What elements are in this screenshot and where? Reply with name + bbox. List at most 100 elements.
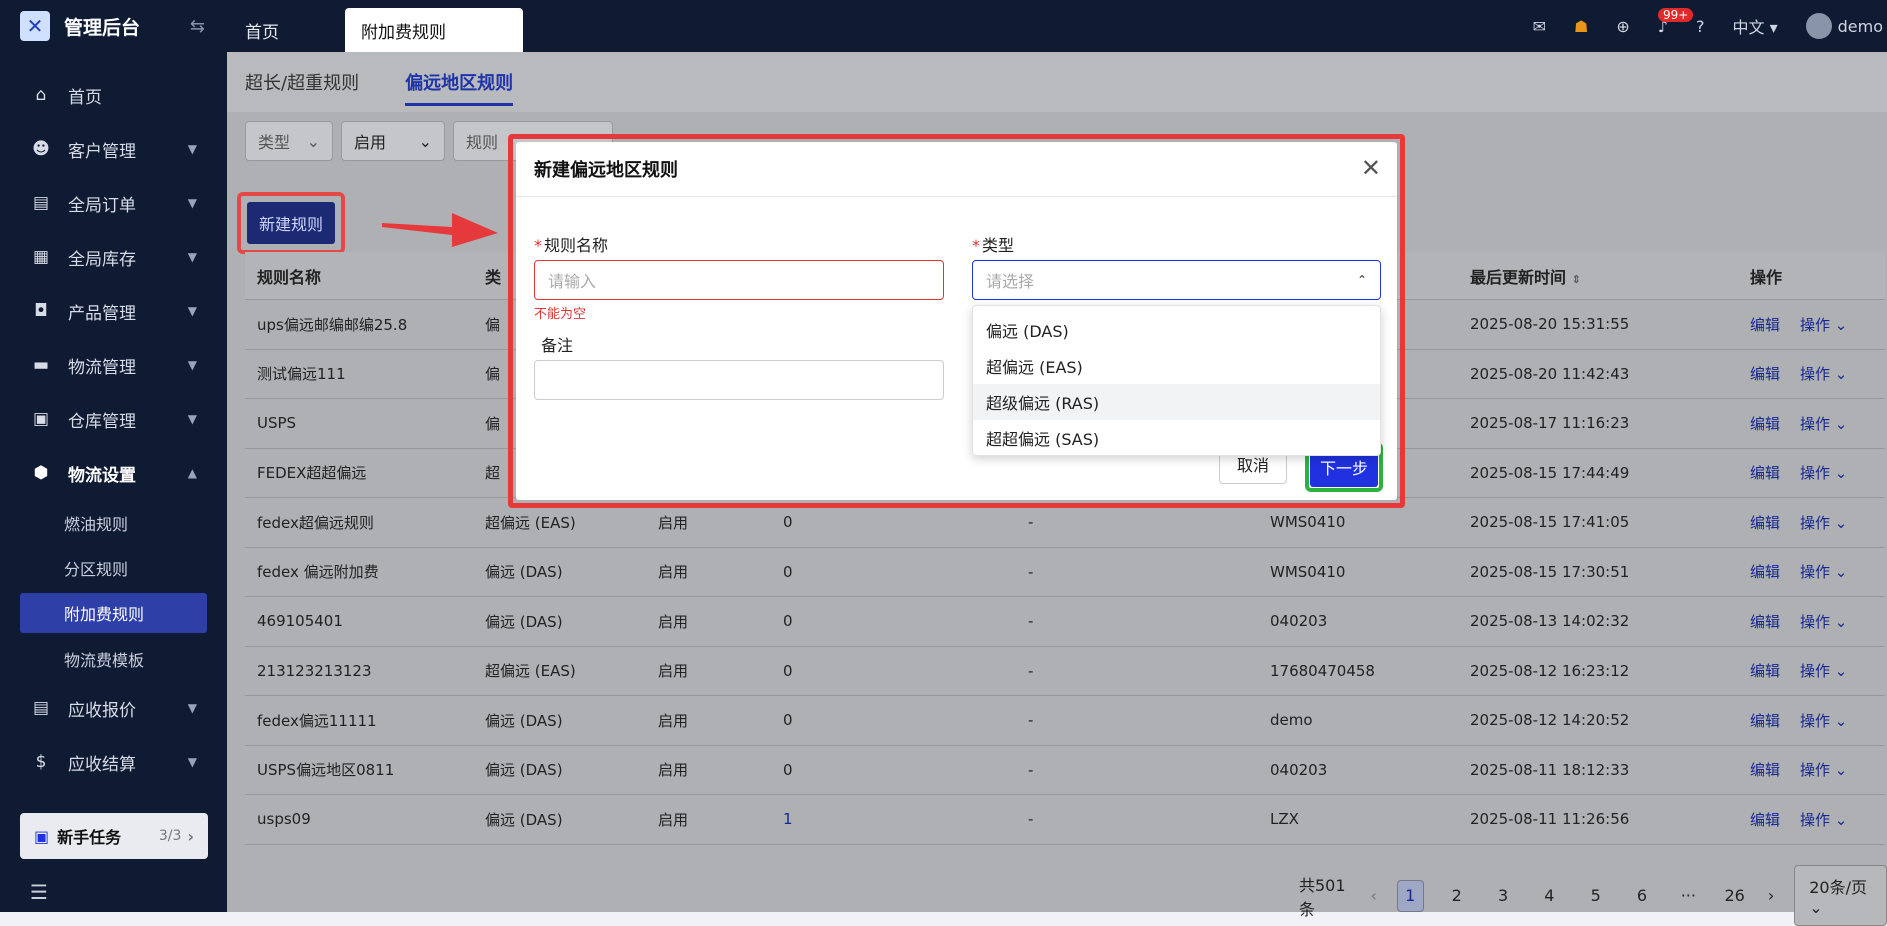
sidebar-item-orders[interactable]: ▤ 全局订单 ▼ xyxy=(0,176,227,230)
sidebar-item-label: 全局订单 xyxy=(68,195,136,216)
cell-actions: 编辑 操作 ⌄ xyxy=(1750,512,1885,533)
inbox-icon[interactable]: ✉ xyxy=(1533,17,1546,36)
chevron-down-icon: ⌄ xyxy=(1830,315,1848,334)
type-option-das[interactable]: 偏远 (DAS) xyxy=(973,312,1380,348)
operations-dropdown[interactable]: 操作 ⌄ xyxy=(1800,660,1847,681)
sidebar-item-label: 应收报价 xyxy=(68,700,136,721)
chevron-down-icon: ⌄ xyxy=(1830,612,1848,631)
type-option-ras[interactable]: 超级偏远 (RAS) xyxy=(973,384,1380,420)
cell-rule-name: USPS xyxy=(257,414,297,433)
cell-rule-name: fedex超偏远规则 xyxy=(257,513,374,532)
sidebar-item-logistics[interactable]: ▬ 物流管理 ▼ xyxy=(0,338,227,392)
next-page-icon[interactable]: › xyxy=(1768,886,1774,905)
name-search-placeholder: 规则 xyxy=(466,133,499,152)
help-icon[interactable]: ? xyxy=(1696,17,1705,36)
page-size-select[interactable]: 20条/页 ⌄ xyxy=(1794,865,1887,926)
operations-dropdown[interactable]: 操作 ⌄ xyxy=(1800,759,1847,780)
language-select[interactable]: 中文 ▾ xyxy=(1732,14,1777,38)
page-4[interactable]: 4 xyxy=(1536,880,1562,912)
tab-surcharge-rules[interactable]: 附加费规则 xyxy=(345,8,523,52)
sidebar-subitem-template[interactable]: 物流费模板 xyxy=(0,636,227,681)
edit-link[interactable]: 编辑 xyxy=(1750,512,1780,533)
operations-dropdown[interactable]: 操作 ⌄ xyxy=(1800,710,1847,731)
cell-status: 启用 xyxy=(658,662,689,681)
sidebar-subitem-surcharge[interactable]: 附加费规则 xyxy=(20,593,207,633)
cell-updated-at: 2025-08-11 11:26:56 xyxy=(1470,810,1630,829)
cell-rule-name: usps09 xyxy=(257,810,311,829)
rule-name-input[interactable]: 请输入 xyxy=(534,260,944,300)
page-ellipsis[interactable]: ··· xyxy=(1675,880,1701,912)
new-rule-button[interactable]: 新建规则 xyxy=(247,202,336,244)
edit-link[interactable]: 编辑 xyxy=(1750,314,1780,335)
robot-icon[interactable]: ☗ xyxy=(1574,17,1588,36)
sidebar-subitem-fuel[interactable]: 燃油规则 xyxy=(0,500,227,545)
edit-link[interactable]: 编辑 xyxy=(1750,759,1780,780)
cell-updater: 040203 xyxy=(1270,612,1328,631)
col-updated-at[interactable]: 最后更新时间 ⇕ xyxy=(1470,264,1750,288)
tab-home[interactable]: 首页 xyxy=(229,8,295,52)
total-count: 共501条 xyxy=(1299,875,1346,919)
cell-type: 偏远 (DAS) xyxy=(485,761,563,780)
operations-label: 操作 xyxy=(1800,711,1831,730)
operations-dropdown[interactable]: 操作 ⌄ xyxy=(1800,561,1847,582)
cell-updater: WMS0410 xyxy=(1270,513,1346,532)
type-filter[interactable]: 类型 ⌄ xyxy=(245,121,333,161)
task-label: 新手任务 xyxy=(57,828,122,847)
page-1[interactable]: 1 xyxy=(1396,879,1424,912)
edit-link[interactable]: 编辑 xyxy=(1750,660,1780,681)
sidebar-item-logistics-settings[interactable]: ⬢ 物流设置 ▲ xyxy=(0,446,227,500)
cell-count: 0 xyxy=(783,513,793,532)
operations-dropdown[interactable]: 操作 ⌄ xyxy=(1800,413,1847,434)
status-filter[interactable]: 启用 ⌄ xyxy=(341,121,445,161)
edit-link[interactable]: 编辑 xyxy=(1750,413,1780,434)
swap-icon[interactable]: ⇆ xyxy=(190,16,205,37)
close-icon[interactable]: ✕ xyxy=(1361,154,1381,182)
operations-dropdown[interactable]: 操作 ⌄ xyxy=(1800,809,1847,830)
chevron-up-icon: ▲ xyxy=(187,466,197,480)
cell-updated-at: 2025-08-15 17:44:49 xyxy=(1470,463,1630,482)
remark-input[interactable] xyxy=(534,360,944,400)
sidebar-item-home[interactable]: ⌂ 首页 xyxy=(0,68,227,122)
sidebar-subitem-zone[interactable]: 分区规则 xyxy=(0,545,227,590)
operations-dropdown[interactable]: 操作 ⌄ xyxy=(1800,314,1847,335)
download-icon[interactable]: ⊕ xyxy=(1616,17,1629,36)
operations-dropdown[interactable]: 操作 ⌄ xyxy=(1800,363,1847,384)
edit-link[interactable]: 编辑 xyxy=(1750,462,1780,483)
user-menu[interactable]: demo xyxy=(1805,13,1883,39)
operations-dropdown[interactable]: 操作 ⌄ xyxy=(1800,611,1847,632)
edit-link[interactable]: 编辑 xyxy=(1750,611,1780,632)
arrow-annotation xyxy=(382,213,498,247)
cell-updater: LZX xyxy=(1270,810,1299,829)
page-3[interactable]: 3 xyxy=(1490,880,1516,912)
chevron-down-icon: ⌄ xyxy=(1830,563,1848,582)
sidebar-item-products[interactable]: ◘ 产品管理 ▼ xyxy=(0,284,227,338)
type-option-sas[interactable]: 超超偏远 (SAS) xyxy=(973,420,1380,456)
tab-remote-area-rules[interactable]: 偏远地区规则 xyxy=(405,69,514,106)
page-26[interactable]: 26 xyxy=(1722,880,1748,912)
sidebar-item-settlement[interactable]: $ 应收结算 ▼ xyxy=(0,735,227,789)
document-icon: ▤ xyxy=(32,698,50,718)
prev-page-icon[interactable]: ‹ xyxy=(1370,886,1376,905)
collapse-menu-icon[interactable]: ☰ xyxy=(30,880,48,904)
tab-oversize-rules[interactable]: 超长/超重规则 xyxy=(245,69,359,95)
cell-count[interactable]: 1 xyxy=(783,810,1028,828)
onboarding-task-button[interactable]: ▣ 新手任务 3/3 › xyxy=(20,813,208,859)
pagination: 共501条 ‹ 1 2 3 4 5 6 ··· 26 › 20条/页 ⌄ xyxy=(1299,865,1887,926)
edit-link[interactable]: 编辑 xyxy=(1750,363,1780,384)
operations-dropdown[interactable]: 操作 ⌄ xyxy=(1800,462,1847,483)
page-6[interactable]: 6 xyxy=(1629,880,1655,912)
clipboard-icon: ▤ xyxy=(32,193,50,213)
edit-link[interactable]: 编辑 xyxy=(1750,809,1780,830)
cell-type: 偏远 (DAS) xyxy=(485,563,563,582)
sidebar-item-customers[interactable]: ☻ 客户管理 ▼ xyxy=(0,122,227,176)
type-option-eas[interactable]: 超偏远 (EAS) xyxy=(973,348,1380,384)
sidebar-item-warehouse[interactable]: ▣ 仓库管理 ▼ xyxy=(0,392,227,446)
edit-link[interactable]: 编辑 xyxy=(1750,561,1780,582)
sidebar-item-quotes[interactable]: ▤ 应收报价 ▼ xyxy=(0,681,227,735)
page-5[interactable]: 5 xyxy=(1583,880,1609,912)
edit-link[interactable]: 编辑 xyxy=(1750,710,1780,731)
type-select[interactable]: 请选择 ⌃ xyxy=(972,260,1381,300)
sidebar-item-inventory[interactable]: ▦ 全局库存 ▼ xyxy=(0,230,227,284)
operations-dropdown[interactable]: 操作 ⌄ xyxy=(1800,512,1847,533)
page-2[interactable]: 2 xyxy=(1444,880,1470,912)
